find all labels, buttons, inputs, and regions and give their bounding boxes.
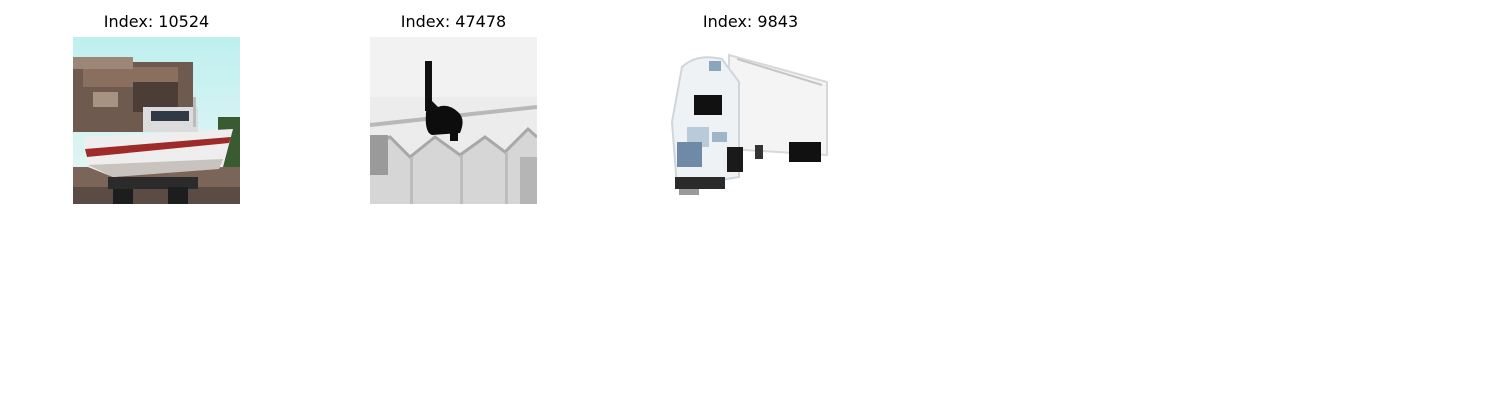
panel-title: Index: 10524 [103,12,210,31]
truck-image [667,37,834,204]
boat-image [73,37,240,204]
cat-image [370,37,537,204]
panel-title: Index: 9843 [702,12,799,31]
panel-title: Index: 47478 [400,12,507,31]
